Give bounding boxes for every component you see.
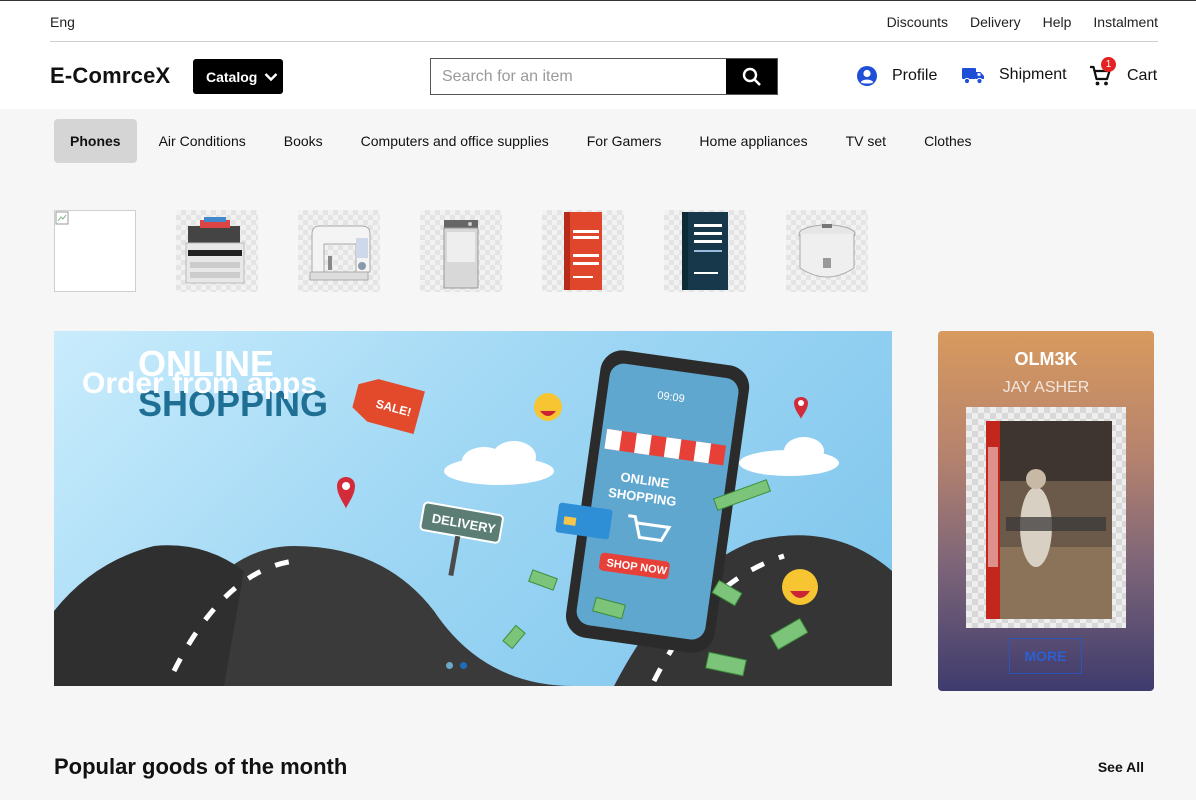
site-logo[interactable]: E-ComrceX — [50, 63, 170, 89]
cart-link[interactable]: 1 Cart — [1089, 57, 1158, 87]
popular-section-title: Popular goods of the month — [54, 754, 348, 779]
book-performance-pipeline-image — [564, 212, 602, 290]
carousel-dots — [446, 662, 467, 669]
search-input[interactable] — [431, 59, 727, 94]
product-thumbnails — [54, 210, 908, 292]
cart-icon: 1 — [1089, 57, 1116, 87]
category-home-appliances[interactable]: Home appliances — [683, 119, 823, 163]
cart-count-badge: 1 — [1101, 57, 1116, 72]
sewing-machine-thumbnail[interactable] — [298, 210, 380, 292]
featured-book-cover[interactable] — [966, 407, 1126, 628]
carousel-dot-2[interactable] — [460, 662, 467, 669]
category-nav: Phones Air Conditions Books Computers an… — [54, 119, 994, 163]
delivery-link[interactable]: Delivery — [970, 14, 1021, 30]
banner-caption: Order from apps — [82, 367, 318, 400]
catalog-button[interactable]: Catalog — [193, 59, 283, 94]
language-selector[interactable]: Eng — [50, 14, 75, 30]
featured-book-card: OLM3K JAY ASHER MORE — [938, 331, 1154, 691]
broken-image-thumbnail[interactable] — [54, 210, 136, 292]
broken-image-icon — [55, 211, 69, 225]
featured-book-title: OLM3K — [1014, 349, 1078, 369]
catalog-label: Catalog — [206, 68, 258, 85]
book-succession-pipeline-thumbnail[interactable] — [664, 210, 746, 292]
site-header: Eng Discounts Delivery Help Instalment E… — [0, 0, 1196, 109]
rice-cooker-image — [798, 224, 856, 278]
chevron-down-icon — [264, 72, 278, 81]
search-button[interactable] — [726, 59, 777, 94]
see-all-link[interactable]: See All — [1098, 759, 1144, 775]
shipment-link[interactable]: Shipment — [961, 65, 1067, 85]
profile-link[interactable]: Profile — [856, 65, 937, 87]
book-cover-image — [986, 421, 1112, 619]
sewing-machine-image — [309, 225, 371, 281]
truck-icon — [961, 65, 985, 85]
help-link[interactable]: Help — [1043, 14, 1072, 30]
promo-banner[interactable]: ONLINE SHOPPING SALE! 09:09 ONLINE SHOPP… — [54, 331, 892, 686]
featured-book-author: JAY ASHER — [1002, 379, 1090, 396]
rice-cooker-thumbnail[interactable] — [786, 210, 868, 292]
printer-thumbnail[interactable] — [176, 210, 258, 292]
printer-image — [185, 217, 245, 284]
book-performance-pipeline-thumbnail[interactable] — [542, 210, 624, 292]
cart-label: Cart — [1127, 67, 1158, 84]
washing-machine-image — [443, 220, 479, 289]
search-bar — [430, 58, 778, 95]
user-circle-icon — [856, 65, 878, 87]
category-computers[interactable]: Computers and office supplies — [345, 119, 565, 163]
category-for-gamers[interactable]: For Gamers — [571, 119, 678, 163]
shipment-label: Shipment — [999, 66, 1067, 83]
discounts-link[interactable]: Discounts — [887, 14, 948, 30]
book-succession-pipeline-image — [682, 212, 728, 290]
more-button[interactable]: MORE — [1009, 638, 1082, 674]
category-books[interactable]: Books — [268, 119, 339, 163]
washing-machine-thumbnail[interactable] — [420, 210, 502, 292]
top-links: Discounts Delivery Help Instalment — [865, 14, 1158, 30]
instalment-link[interactable]: Instalment — [1093, 14, 1158, 30]
profile-label: Profile — [892, 67, 938, 84]
top-bar: Eng Discounts Delivery Help Instalment — [50, 1, 1158, 42]
search-icon — [742, 67, 761, 86]
carousel-dot-1[interactable] — [446, 662, 453, 669]
category-air-conditions[interactable]: Air Conditions — [143, 119, 262, 163]
category-clothes[interactable]: Clothes — [908, 119, 987, 163]
category-tv-set[interactable]: TV set — [830, 119, 902, 163]
category-phones[interactable]: Phones — [54, 119, 137, 163]
